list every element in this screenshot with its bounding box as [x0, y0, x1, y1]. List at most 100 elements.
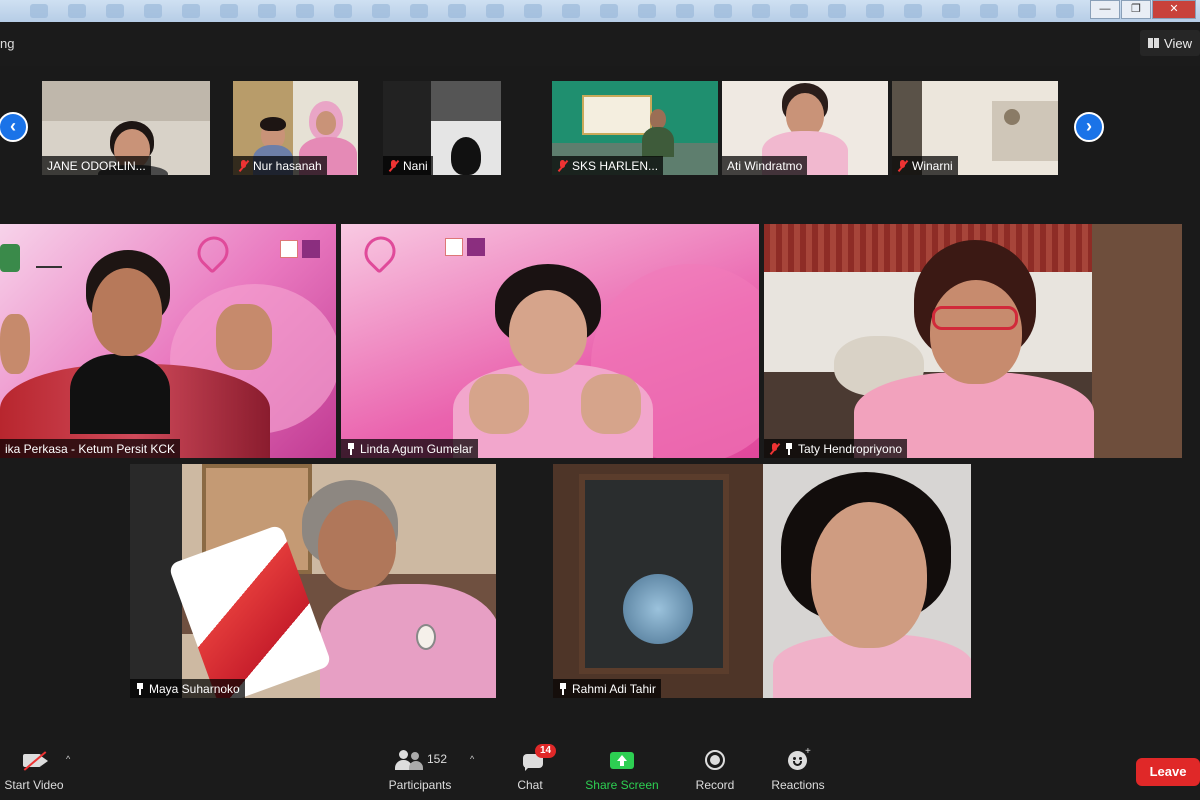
- participants-icon: 152: [385, 748, 455, 772]
- microphone-muted-icon: [769, 442, 780, 455]
- view-button[interactable]: View: [1140, 30, 1200, 56]
- glasses: [932, 306, 1018, 330]
- taskbar-app-icon[interactable]: [30, 4, 48, 18]
- video-tile[interactable]: Maya Suharnoko: [130, 464, 496, 698]
- participant-name-tag: Linda Agum Gumelar: [341, 439, 478, 458]
- reactions-button[interactable]: + Reactions: [768, 746, 828, 792]
- taskbar-app-icon[interactable]: [524, 4, 542, 18]
- chat-icon: 14: [515, 744, 557, 772]
- taskbar-app-icon[interactable]: [486, 4, 504, 18]
- participant-name: Linda Agum Gumelar: [360, 441, 473, 456]
- start-video-label: Start Video: [4, 778, 64, 792]
- close-window-button[interactable]: ✕: [1152, 0, 1196, 19]
- participant-thumbnail[interactable]: Winarni: [892, 81, 1058, 175]
- taskbar-app-icon[interactable]: [752, 4, 770, 18]
- taskbar-app-icon[interactable]: [1018, 4, 1036, 18]
- participant-name: SKS HARLEN...: [572, 158, 659, 173]
- os-taskbar: — ❐ ✕: [0, 0, 1200, 22]
- video-tile[interactable]: Rahmi Adi Tahir: [553, 464, 971, 698]
- taskbar-app-icon[interactable]: [258, 4, 276, 18]
- video-options-caret[interactable]: ^: [66, 754, 70, 764]
- participant-name: Nur hasanah: [253, 158, 322, 173]
- video-tile[interactable]: ika Perkasa - Ketum Persit KCK: [0, 224, 336, 458]
- taskbar-app-icon[interactable]: [220, 4, 238, 18]
- participant-thumbnail[interactable]: Nur hasanah: [233, 81, 358, 175]
- share-screen-icon: [609, 748, 635, 772]
- taskbar-app-icon[interactable]: [904, 4, 922, 18]
- pin-icon: [346, 442, 356, 455]
- reactions-label: Reactions: [771, 778, 825, 792]
- participant-thumbnail[interactable]: Nani: [383, 81, 501, 175]
- microphone-muted-icon: [388, 159, 399, 172]
- chat-button[interactable]: 14 Chat: [508, 744, 557, 792]
- strip-previous-button[interactable]: ‹: [0, 112, 28, 142]
- taskbar-app-icon[interactable]: [866, 4, 884, 18]
- smiley-icon: +: [785, 746, 811, 772]
- participant-name-tag: Nur hasanah: [233, 156, 327, 175]
- taskbar-app-icon[interactable]: [182, 4, 200, 18]
- record-button[interactable]: Record: [690, 748, 740, 792]
- leave-button[interactable]: Leave: [1136, 758, 1200, 786]
- participants-button[interactable]: 152 Participants: [382, 748, 458, 792]
- taskbar-app-icon[interactable]: [448, 4, 466, 18]
- participant-name-tag: SKS HARLEN...: [552, 156, 664, 175]
- chat-label: Chat: [517, 778, 543, 792]
- pin-icon: [558, 682, 568, 695]
- strip-next-button[interactable]: ›: [1074, 112, 1104, 142]
- share-screen-button[interactable]: Share Screen: [582, 748, 662, 792]
- taskbar-app-icon[interactable]: [714, 4, 732, 18]
- participant-thumbnail[interactable]: JANE ODORLIN...: [42, 81, 210, 175]
- taskbar-app-icon[interactable]: [600, 4, 618, 18]
- view-label: View: [1164, 35, 1192, 51]
- organization-logo: [36, 246, 62, 268]
- taskbar-app-icon[interactable]: [144, 4, 162, 18]
- video-tile[interactable]: Taty Hendropriyono: [764, 224, 1182, 458]
- participant-name-tag: Maya Suharnoko: [130, 679, 245, 698]
- participants-label: Participants: [388, 778, 452, 792]
- participant-name: Taty Hendropriyono: [798, 441, 903, 456]
- taskbar-app-icon[interactable]: [372, 4, 390, 18]
- chat-unread-badge: 14: [535, 744, 557, 758]
- taskbar-app-icon[interactable]: [790, 4, 808, 18]
- pink-ribbon-icon: [191, 230, 235, 274]
- taskbar-app-icon[interactable]: [676, 4, 694, 18]
- participant-name-tag: Nani: [383, 156, 433, 175]
- taskbar-app-icon[interactable]: [828, 4, 846, 18]
- taskbar-app-icon[interactable]: [638, 4, 656, 18]
- decorative-plate: [623, 574, 693, 644]
- meeting-title: ng: [0, 36, 15, 51]
- video-off-icon: [19, 748, 49, 772]
- meeting-toolbar: Start Video ^ 152 Participants ^ 14 Chat…: [0, 740, 1200, 800]
- pin-icon: [135, 682, 145, 695]
- taskbar-app-icon[interactable]: [296, 4, 314, 18]
- participant-name: Rahmi Adi Tahir: [572, 681, 656, 696]
- taskbar-app-icon[interactable]: [562, 4, 580, 18]
- taskbar-app-icon[interactable]: [410, 4, 428, 18]
- taskbar-app-icon[interactable]: [334, 4, 352, 18]
- meeting-top-bar: ng View: [0, 22, 1200, 66]
- share-screen-label: Share Screen: [585, 778, 659, 792]
- participant-thumbnail[interactable]: SKS HARLEN...: [552, 81, 718, 175]
- taskbar-app-icon[interactable]: [980, 4, 998, 18]
- participant-name: Maya Suharnoko: [149, 681, 240, 696]
- video-tile[interactable]: Linda Agum Gumelar: [341, 224, 759, 458]
- participant-name-tag: Ati Windratmo: [722, 156, 808, 175]
- participants-options-caret[interactable]: ^: [470, 754, 474, 764]
- maximize-button[interactable]: ❐: [1121, 0, 1151, 19]
- minimize-button[interactable]: —: [1090, 0, 1120, 19]
- taskbar-app-icon[interactable]: [942, 4, 960, 18]
- taskbar-app-icon[interactable]: [68, 4, 86, 18]
- participant-name-tag: JANE ODORLIN...: [42, 156, 151, 175]
- badge-pin: [416, 624, 436, 650]
- record-label: Record: [695, 778, 735, 792]
- participant-name: Ati Windratmo: [727, 158, 803, 173]
- taskbar-app-icon[interactable]: [106, 4, 124, 18]
- microphone-muted-icon: [897, 159, 908, 172]
- pink-ribbon-icon: [358, 230, 402, 274]
- start-video-button[interactable]: Start Video: [4, 748, 64, 792]
- participant-thumbnail[interactable]: Ati Windratmo: [722, 81, 888, 175]
- taskbar-app-icon[interactable]: [1056, 4, 1074, 18]
- window-controls: — ❐ ✕: [1090, 0, 1196, 20]
- gallery-view-icon: [1148, 38, 1160, 48]
- participant-name: Winarni: [912, 158, 953, 173]
